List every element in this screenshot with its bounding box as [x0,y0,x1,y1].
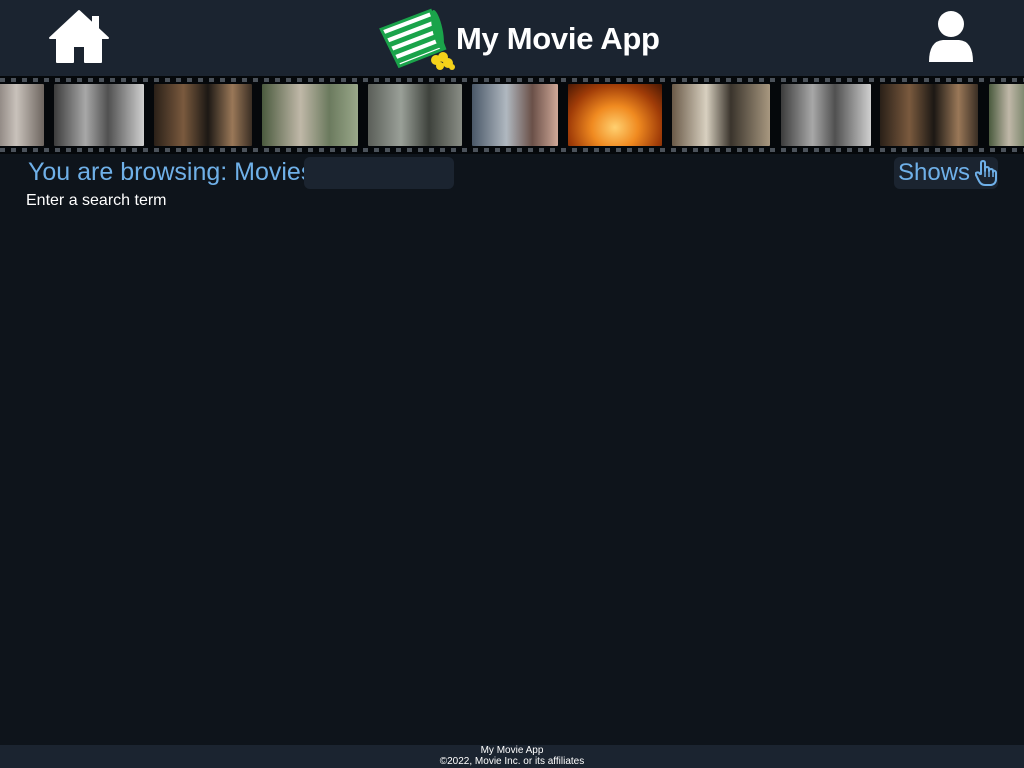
user-button[interactable] [926,8,976,66]
brand[interactable]: My Movie App [378,8,660,70]
film-frame [154,84,252,146]
browse-bar: You are browsing: Movies Shows [0,154,1024,194]
footer-copyright: ©2022, Movie Inc. or its affiliates [439,756,585,767]
pointing-hand-icon [975,160,998,186]
footer-app-name: My Movie App [480,745,544,756]
home-icon [49,10,109,63]
film-frame [54,84,144,146]
footer: My Movie App ©2022, Movie Inc. or its af… [0,745,1024,768]
filmstrip-banner [0,76,1024,154]
film-frame [781,84,871,146]
shows-toggle-label: Shows [898,159,971,186]
app-title: My Movie App [456,21,660,56]
search-input[interactable] [304,157,454,189]
search-hint: Enter a search term [26,192,167,209]
home-button[interactable] [48,8,110,66]
popcorn-bucket-icon [379,8,455,70]
film-frame [672,84,770,146]
app-header: My Movie App [0,0,1024,76]
browsing-label: You are browsing: Movies [28,158,314,186]
film-frame [880,84,978,146]
film-frame [262,84,358,146]
shows-toggle-button[interactable]: Shows [894,157,998,189]
user-icon [929,11,973,62]
film-frame [989,84,1024,146]
film-frame [472,84,558,146]
filmstrip-sprockets [0,78,1024,82]
film-frame [0,84,44,146]
film-frame [568,84,662,146]
film-frame [368,84,462,146]
filmstrip-sprockets [0,148,1024,152]
